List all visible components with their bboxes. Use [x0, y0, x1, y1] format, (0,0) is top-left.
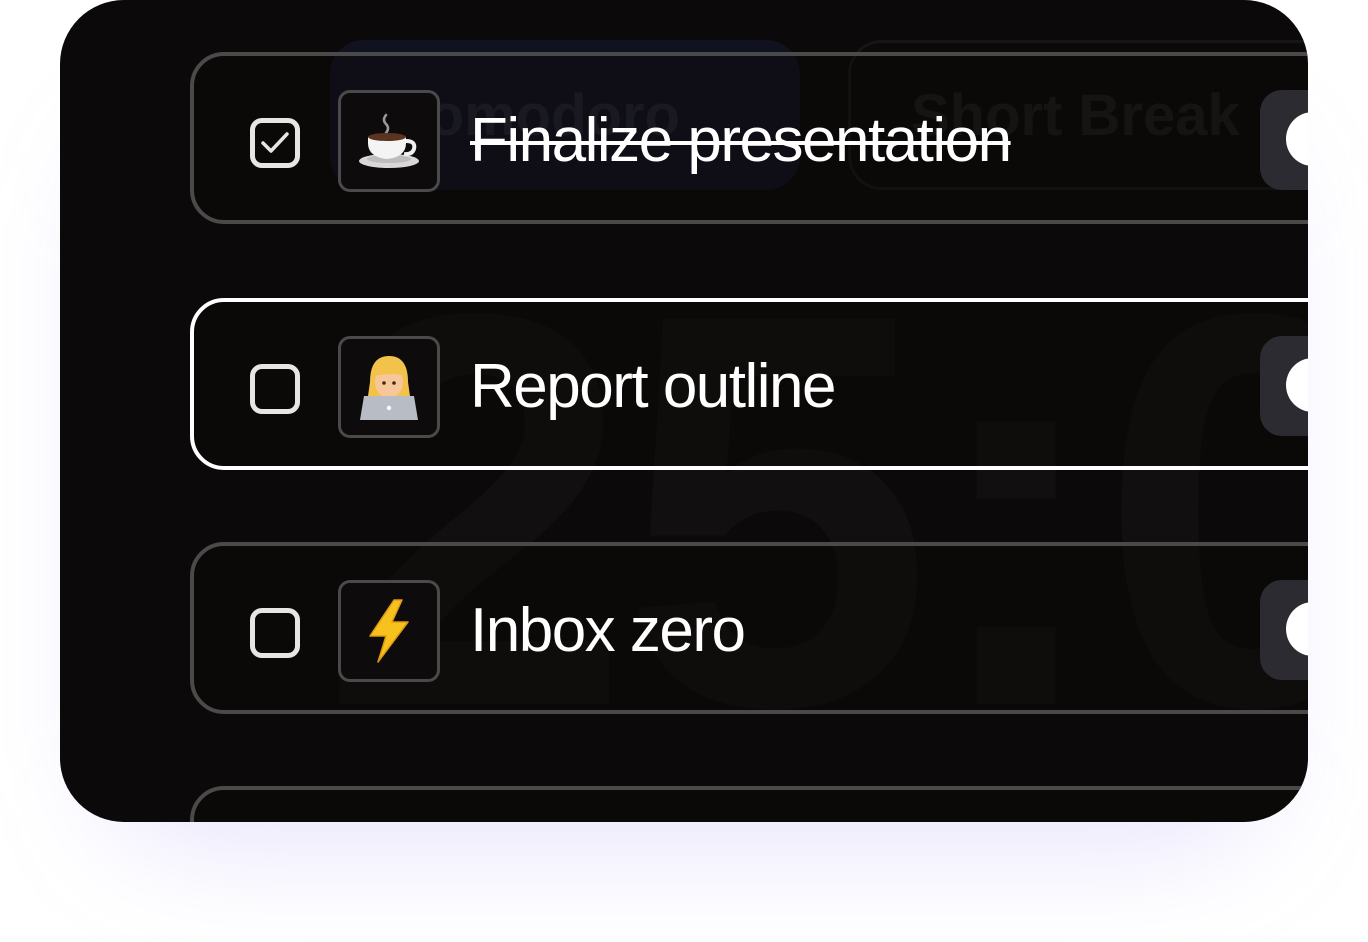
task-checkbox[interactable]	[250, 608, 300, 658]
task-title: Inbox zero	[470, 596, 746, 665]
task-item-report-outline[interactable]: Report outline	[190, 298, 1308, 470]
screen: Pomodoro Short Break 25:0	[0, 0, 1368, 942]
lightning-icon	[369, 599, 409, 663]
checkmark-icon	[261, 132, 289, 153]
play-circle-icon	[1286, 602, 1308, 656]
coffee-cup-icon	[359, 113, 419, 168]
task-checkbox[interactable]	[250, 364, 300, 414]
play-circle-icon	[1286, 112, 1308, 166]
task-play-button[interactable]	[1260, 336, 1308, 436]
task-checkbox-checked[interactable]	[250, 118, 300, 168]
task-title: Report outline	[470, 352, 837, 421]
task-emoji[interactable]	[338, 580, 440, 682]
task-item-partial[interactable]	[190, 786, 1308, 822]
task-title: Finalize presentation	[470, 106, 1012, 175]
task-emoji[interactable]	[338, 336, 440, 438]
task-play-button[interactable]	[1260, 90, 1308, 190]
person-at-laptop-icon	[360, 356, 418, 420]
task-item-inbox-zero[interactable]: Inbox zero	[190, 542, 1308, 714]
task-play-button[interactable]	[1260, 580, 1308, 680]
task-panel: Pomodoro Short Break 25:0	[60, 0, 1308, 822]
task-emoji[interactable]	[338, 90, 440, 192]
task-item-finalize-presentation[interactable]: Finalize presentation	[190, 52, 1308, 224]
play-circle-icon	[1286, 358, 1308, 412]
